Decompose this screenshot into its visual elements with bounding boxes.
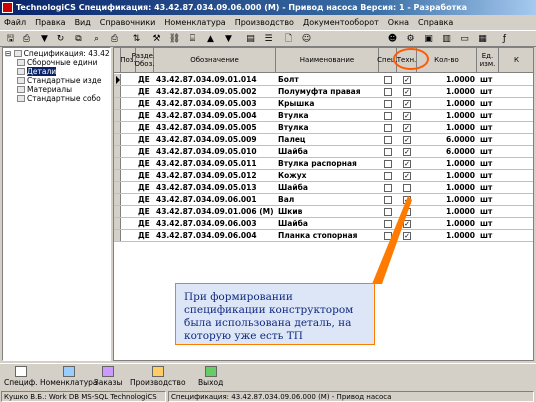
tab-production[interactable]: Производство (130, 366, 186, 390)
status-user: Кушко В.Б.: Work DB MS-SQL TechnologiCS (1, 391, 166, 402)
tab-nomenclature[interactable]: Номенклатура (40, 366, 98, 390)
status-document: Спецификация: 43.42.87.034.09.06.000 (М)… (168, 391, 534, 402)
status-bar: Кушко В.Б.: Work DB MS-SQL TechnologiCS … (0, 391, 536, 402)
spec-tab-icon (14, 366, 27, 377)
nomenclature-tab-icon (62, 366, 75, 377)
tab-orders[interactable]: Заказы (94, 366, 122, 390)
callout-arrow-shape (372, 196, 412, 284)
annotation-callout: При формировании спецификации конструкто… (175, 283, 375, 345)
tab-spec[interactable]: Специф. (4, 366, 38, 390)
exit-tab-icon (204, 366, 217, 377)
production-tab-icon (151, 366, 164, 377)
orders-tab-icon (102, 366, 115, 377)
bottom-tabs: Специф. Номенклатура Заказы Производство… (0, 363, 536, 390)
tab-exit[interactable]: Выход (198, 366, 223, 390)
